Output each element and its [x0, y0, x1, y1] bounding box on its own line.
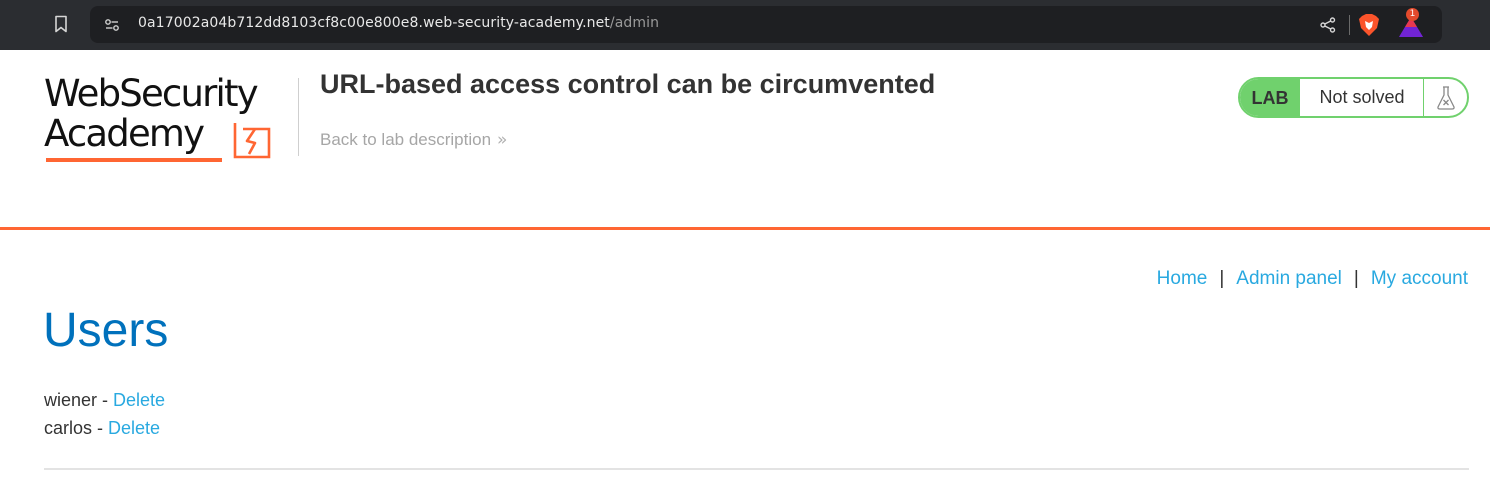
user-row: wiener - Delete: [44, 386, 165, 414]
delete-user-link[interactable]: Delete: [108, 418, 160, 438]
logo-underline: [46, 158, 222, 162]
user-name: wiener: [44, 390, 98, 410]
notification-badge: 1: [1406, 8, 1419, 21]
nav-admin-panel-link[interactable]: Admin panel: [1236, 268, 1342, 289]
nav-separator: |: [1219, 268, 1225, 289]
lab-status-text: Not solved: [1319, 87, 1405, 107]
logo-line1: WebSecurity: [44, 72, 259, 115]
logo-bolt-icon: [233, 123, 271, 159]
user-separator: -: [97, 390, 114, 410]
lab-badge: LAB: [1240, 79, 1300, 116]
bookmark-icon[interactable]: [54, 15, 68, 33]
header-divider: [298, 78, 299, 156]
delete-user-link[interactable]: Delete: [113, 390, 165, 410]
nav-home-link[interactable]: Home: [1157, 268, 1208, 289]
nav-separator: |: [1353, 268, 1359, 289]
lab-status-separator: [1423, 79, 1424, 116]
user-separator: -: [92, 418, 109, 438]
back-link-label: Back to lab description: [320, 130, 492, 149]
content-divider: [44, 468, 1469, 470]
url-divider: [1349, 15, 1350, 35]
lab-title: URL-based access control can be circumve…: [320, 69, 936, 99]
browser-toolbar: 0a17002a04b712dd8103cf8c00e800e8.web-sec…: [0, 0, 1490, 50]
site-info-icon[interactable]: [104, 17, 120, 33]
chevron-right-icon: »: [497, 130, 508, 150]
url-text[interactable]: 0a17002a04b712dd8103cf8c00e800e8.web-sec…: [138, 15, 659, 31]
url-host: 0a17002a04b712dd8103cf8c00e800e8.web-sec…: [138, 15, 610, 31]
user-name: carlos: [44, 418, 93, 438]
page-title: Users: [43, 304, 169, 357]
nav-my-account-link[interactable]: My account: [1371, 268, 1468, 289]
flask-icon: [1437, 86, 1455, 110]
logo-line2: Academy: [44, 112, 205, 155]
address-bar[interactable]: 0a17002a04b712dd8103cf8c00e800e8.web-sec…: [90, 6, 1442, 43]
header-accent-rule: [0, 227, 1490, 230]
web-security-academy-logo[interactable]: WebSecurity Academy: [44, 74, 296, 168]
lab-status-widget: LAB Not solved: [1238, 77, 1469, 118]
share-icon[interactable]: [1319, 16, 1337, 34]
back-to-lab-description-link[interactable]: Back to lab description »: [320, 130, 507, 150]
brave-shield-icon[interactable]: [1358, 13, 1380, 37]
user-row: carlos - Delete: [44, 414, 165, 442]
url-path: /admin: [609, 15, 660, 31]
users-list: wiener - Delete carlos - Delete: [44, 386, 165, 442]
top-nav: Home | Admin panel | My account: [1157, 268, 1468, 290]
